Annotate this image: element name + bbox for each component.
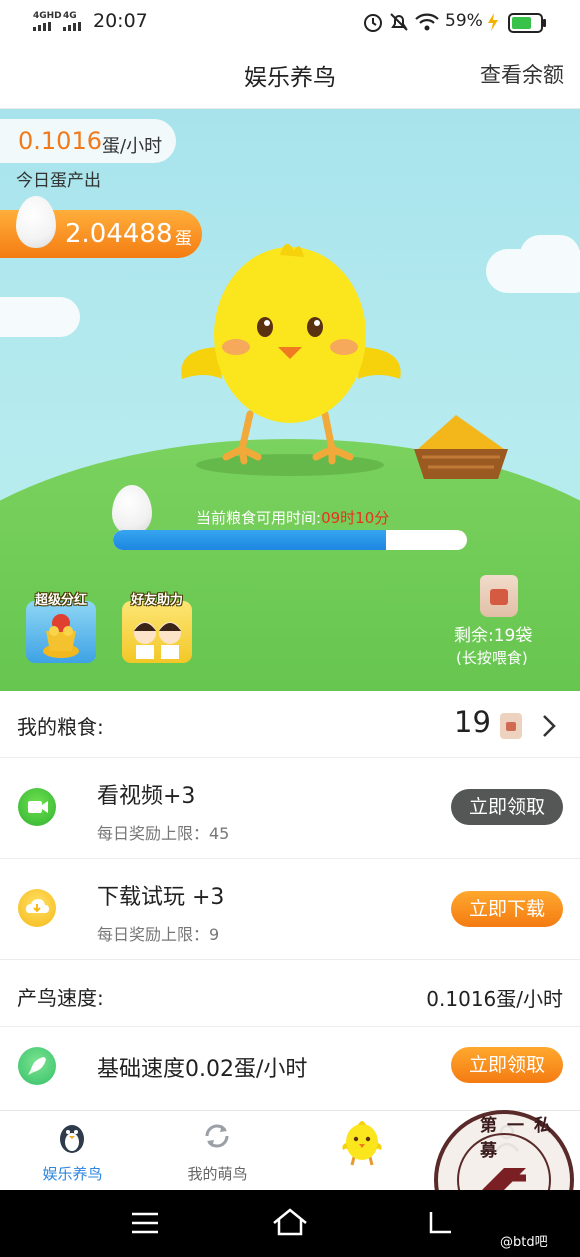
friend-help-label: 好友助力 (130, 593, 183, 608)
friend-help-badge[interactable]: 好友助力 (122, 593, 192, 663)
tab-label: 娱乐养鸟 (42, 1165, 103, 1183)
food-time-label: 当前粮食可用时间: (196, 509, 322, 527)
remaining-bags: 剩余:19袋 (454, 626, 533, 646)
food-progress-bar (113, 530, 467, 550)
rocket-icon (18, 1047, 56, 1085)
food-bowl-icon[interactable] (412, 409, 512, 483)
download-trial-button[interactable]: 立即下载 (451, 891, 563, 927)
bird-scene: 0.1016 蛋/小时 今日蛋产出 2.04488 蛋 当前粮食可用时间:09时… (0, 109, 580, 691)
egg-icon (16, 196, 56, 248)
watermark-corner-text: @btd吧 (500, 1235, 548, 1250)
chevron-right-icon[interactable] (540, 713, 558, 739)
egg-total-value: 2.04488 (65, 219, 173, 249)
cloud (0, 297, 80, 337)
tab-label: 我的萌鸟 (187, 1165, 248, 1183)
task-row-download: 下载试玩 +3 每日奖励上限：9 立即下载 (0, 859, 580, 959)
super-dividend-box (26, 601, 96, 663)
my-food-row[interactable]: 我的粮食: 19 (0, 691, 580, 757)
mute-bell-icon (390, 13, 408, 31)
system-nav-bar (0, 1190, 580, 1257)
task-title: 下载试玩 +3 (97, 885, 225, 910)
cloud (520, 235, 580, 275)
task-limit: 每日奖励上限：9 (97, 925, 220, 944)
network-label-1: 4GHD (33, 11, 62, 21)
task-row-video: 看视频+3 每日奖励上限：45 立即领取 (0, 758, 580, 858)
back-icon[interactable] (425, 1208, 455, 1236)
status-bar: 4GHD 4G 20:07 59% (0, 0, 580, 46)
signal-bars-1-icon (33, 22, 51, 31)
long-press-feed-hint: (长按喂食) (456, 649, 528, 667)
view-balance-link[interactable]: 查看余额 (480, 59, 564, 89)
food-sack-icon[interactable] (480, 575, 518, 617)
chick-character[interactable] (170, 239, 420, 479)
speed-label: 产鸟速度: (17, 986, 104, 1010)
tab-entertainment-bird[interactable]: 娱乐养鸟 (0, 1111, 145, 1191)
alarm-icon (364, 14, 382, 32)
network-label-2: 4G (63, 11, 77, 21)
home-icon[interactable] (270, 1206, 310, 1238)
claim-video-button[interactable]: 立即领取 (451, 789, 563, 825)
clock: 20:07 (93, 10, 148, 32)
menu-icon[interactable] (130, 1210, 160, 1236)
battery-icon (508, 13, 546, 33)
claim-base-speed-button[interactable]: 立即领取 (451, 1047, 563, 1083)
wifi-icon (415, 13, 439, 31)
food-bag-icon (500, 713, 522, 739)
watermark-text: 第一私募 (480, 1116, 561, 1161)
charging-bolt-icon (488, 13, 498, 31)
food-time-info: 当前粮食可用时间:09时10分 (196, 507, 389, 528)
friend-help-box (122, 601, 192, 663)
egg-rate-unit: 蛋/小时 (102, 136, 163, 157)
video-icon (18, 788, 56, 826)
speed-value: 0.1016蛋/小时 (426, 987, 563, 1011)
super-dividend-badge[interactable]: 超级分红 (26, 593, 96, 663)
tab-chick[interactable] (290, 1111, 435, 1191)
today-output-label: 今日蛋产出 (16, 171, 101, 191)
base-speed-row: 基础速度0.02蛋/小时 立即领取 (0, 1027, 580, 1109)
my-food-label: 我的粮食: (17, 715, 104, 739)
task-limit: 每日奖励上限：45 (97, 824, 230, 843)
egg-rate-value: 0.1016 (18, 127, 102, 155)
signal-bars-2-icon (63, 22, 81, 31)
speed-row: 产鸟速度: 0.1016蛋/小时 (0, 960, 580, 1026)
battery-percent: 59% (445, 11, 483, 31)
app-header: 娱乐养鸟 查看余额 (0, 46, 580, 109)
chick-icon (342, 1121, 382, 1166)
my-food-count: 19 (454, 705, 491, 739)
food-time-value: 09时10分 (321, 509, 390, 527)
super-dividend-label: 超级分红 (34, 593, 87, 608)
treasure-pot-icon (43, 614, 79, 658)
food-progress-fill (113, 530, 386, 550)
friends-icon (134, 622, 181, 659)
egg-icon (112, 485, 152, 535)
refresh-icon (205, 1124, 229, 1148)
download-icon (18, 889, 56, 927)
tab-my-bird[interactable]: 我的萌鸟 (145, 1111, 290, 1191)
task-title: 看视频+3 (97, 784, 196, 809)
egg-rate-pill: 0.1016 蛋/小时 (0, 119, 176, 163)
penguin-icon (60, 1125, 84, 1153)
base-speed-title: 基础速度0.02蛋/小时 (97, 1057, 308, 1082)
